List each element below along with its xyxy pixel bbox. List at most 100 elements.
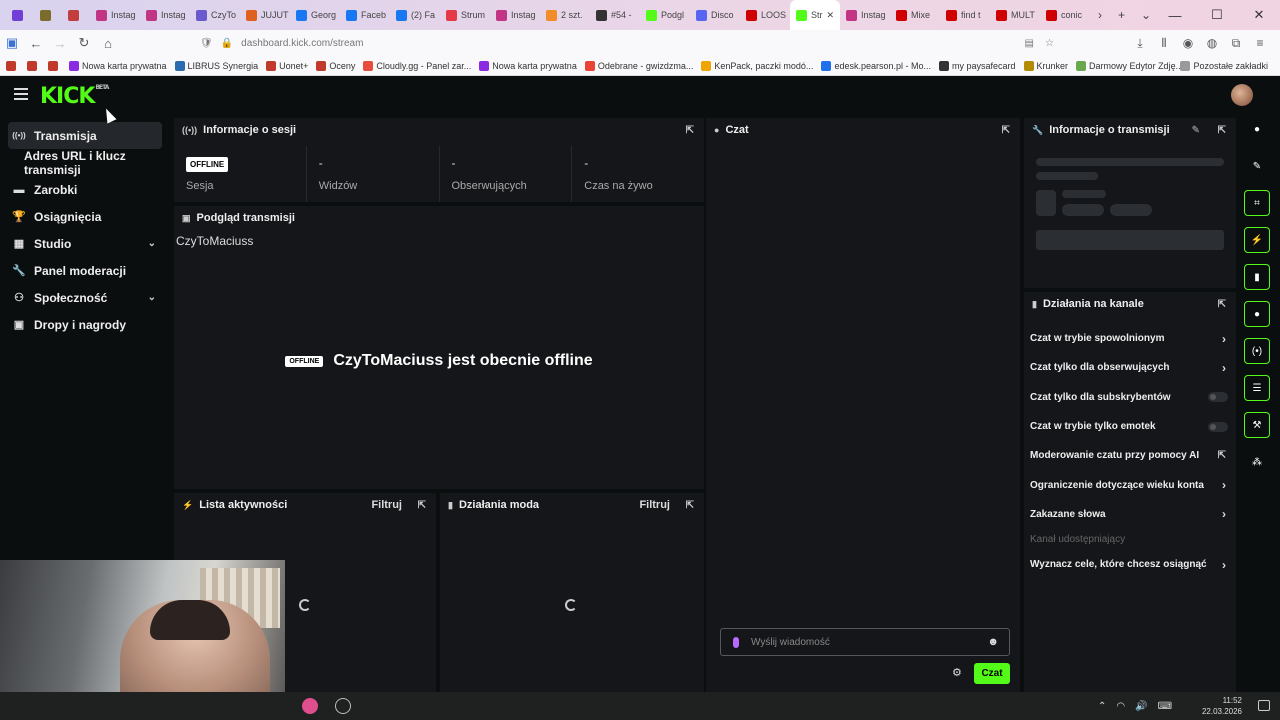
browser-tab[interactable]: LOOS xyxy=(740,0,790,30)
edit-icon[interactable]: ✎ xyxy=(1192,125,1200,136)
toggle-switch[interactable] xyxy=(1208,392,1228,403)
browser-tab[interactable]: Podgl xyxy=(640,0,690,30)
browser-tab[interactable]: conic xyxy=(1040,0,1090,30)
sidebar-item[interactable]: ⚇ Społeczność ⌄ xyxy=(0,284,170,311)
account-icon[interactable]: ◉ xyxy=(1176,36,1200,50)
browser-tab[interactable]: Georg xyxy=(290,0,340,30)
browser-tab[interactable] xyxy=(62,0,90,30)
channel-action-item[interactable]: Czat w trybie tylko emotek xyxy=(1024,412,1236,441)
sidebar-item[interactable]: ▬ Zarobki xyxy=(0,176,170,203)
browser-tab[interactable] xyxy=(34,0,62,30)
broadcast-icon[interactable]: (•) xyxy=(1244,338,1270,364)
tab-scroll-icon[interactable]: › xyxy=(1090,8,1110,22)
library-icon[interactable]: ⫴ xyxy=(1152,36,1176,51)
sidebar-item[interactable]: 🏆 Osiągnięcia xyxy=(0,203,170,230)
bookmark-item[interactable]: Darmowy Edytor Zdję... xyxy=(1076,60,1183,71)
sidebar-item[interactable]: Adres URL i klucz transmisji xyxy=(0,149,170,177)
browser-tab[interactable]: MULT xyxy=(990,0,1040,30)
channel-action-item[interactable]: Wyznacz cele, które chcesz osiągnąć › xyxy=(1024,550,1236,579)
back-icon[interactable] xyxy=(6,60,19,71)
browser-tab[interactable]: 2 szt. xyxy=(540,0,590,30)
info-icon[interactable]: ● xyxy=(1244,116,1270,142)
bookmark-item[interactable]: Krunker xyxy=(1023,60,1068,71)
hamburger-menu-icon[interactable] xyxy=(14,88,28,100)
browser-tab[interactable]: Instag xyxy=(140,0,190,30)
edit-icon[interactable]: ✎ xyxy=(1244,153,1270,179)
new-tab-icon[interactable]: + xyxy=(1110,8,1133,22)
home-icon[interactable]: ⌂ xyxy=(96,36,120,51)
bookmark-item[interactable]: Cloudly.gg - Panel zar... xyxy=(363,60,471,71)
chevron-down-icon[interactable]: ⌄ xyxy=(148,238,156,249)
channel-action-item[interactable]: Czat tylko dla obserwujących › xyxy=(1024,353,1236,382)
vpn-icon[interactable]: ◍ xyxy=(1200,36,1224,50)
bookmark-item[interactable]: Oceny xyxy=(316,60,355,71)
popout-icon[interactable]: ⇱ xyxy=(1218,299,1226,310)
popout-icon[interactable]: ⇱ xyxy=(686,125,694,136)
filter-button[interactable]: Filtruj xyxy=(371,499,402,511)
camera-icon[interactable]: ⌗ xyxy=(1244,190,1270,216)
language-icon[interactable]: ⌨ xyxy=(1158,701,1172,712)
bookmark-star-icon[interactable]: ☆ xyxy=(1045,38,1054,49)
browser-tab[interactable]: (2) Fa xyxy=(390,0,440,30)
browser-tab[interactable]: Strum xyxy=(440,0,490,30)
popout-icon[interactable]: ⇱ xyxy=(1002,125,1010,136)
reload-icon[interactable]: ↻ xyxy=(72,35,96,51)
kick-logo[interactable]: KICKBETA xyxy=(40,84,109,109)
sidebar-item[interactable]: ((•)) Transmisja xyxy=(8,122,162,149)
maximize-icon[interactable]: ☐ xyxy=(1196,0,1238,30)
browser-tab[interactable]: #54 - xyxy=(590,0,640,30)
filter-button[interactable]: Filtruj xyxy=(639,499,670,511)
taskbar-obs-icon[interactable] xyxy=(335,698,351,714)
extensions-icon[interactable]: ⧉ xyxy=(1224,36,1248,51)
browser-tab[interactable] xyxy=(6,0,34,30)
sidebar-item[interactable]: ▣ Dropy i nagrody xyxy=(0,311,170,338)
chat-message-input[interactable]: Wyślij wiadomość ☻ xyxy=(720,628,1010,656)
avatar[interactable] xyxy=(1231,84,1253,106)
wifi-icon[interactable]: ◠ xyxy=(1116,701,1125,712)
clock[interactable]: 11:52 22.03.2026 xyxy=(1202,695,1242,717)
channel-action-item[interactable]: Ograniczenie dotyczące wieku konta › xyxy=(1024,470,1236,499)
close-window-icon[interactable]: ✕ xyxy=(1238,0,1280,30)
page-icon[interactable] xyxy=(27,60,40,71)
popout-icon[interactable]: ⇱ xyxy=(1218,125,1226,136)
reader-icon[interactable]: ▤ xyxy=(1025,38,1034,49)
document-icon[interactable]: ▮ xyxy=(1244,264,1270,290)
bookmark-item[interactable]: Nowa karta prywatna xyxy=(479,60,577,71)
bookmark-item[interactable]: KenPack, paczki modó... xyxy=(701,60,813,71)
channel-action-item[interactable]: Czat w trybie spowolnionym › xyxy=(1024,324,1236,353)
minimize-icon[interactable]: — xyxy=(1154,0,1196,30)
sidebar-toggle-icon[interactable]: ▣ xyxy=(0,35,24,51)
external-link-icon[interactable]: ⇱ xyxy=(1218,450,1226,461)
browser-tab[interactable]: find t xyxy=(940,0,990,30)
toggle-switch[interactable] xyxy=(1208,421,1228,432)
list-icon[interactable]: ☰ xyxy=(1244,375,1270,401)
other-bookmarks[interactable]: Pozostałe zakładki xyxy=(1180,60,1268,71)
browser-tab[interactable]: Str ✕ xyxy=(790,0,840,30)
back-icon[interactable]: ← xyxy=(24,36,48,51)
download-icon[interactable]: ⤓ xyxy=(1128,36,1152,51)
bookmark-item[interactable]: edesk.pearson.pl - Mo... xyxy=(821,60,931,71)
microphone-icon[interactable] xyxy=(733,636,739,648)
bookmark-item[interactable]: my paysafecard xyxy=(939,60,1016,71)
sidebar-item[interactable]: ▦ Studio ⌄ xyxy=(0,230,170,257)
popout-icon[interactable]: ⇱ xyxy=(686,500,694,511)
channel-action-item[interactable]: Moderowanie czatu przy pomocy AI ⇱ xyxy=(1024,441,1236,470)
lightning-icon[interactable]: ⚡ xyxy=(1244,227,1270,253)
gear-icon[interactable]: ⚙ xyxy=(952,666,962,679)
emoji-icon[interactable]: ☻ xyxy=(987,636,999,648)
pocket-icon[interactable] xyxy=(48,60,61,71)
send-chat-button[interactable]: Czat xyxy=(974,663,1010,684)
notification-icon[interactable] xyxy=(1258,700,1270,711)
forward-icon[interactable]: → xyxy=(48,36,72,51)
browser-tab[interactable]: Instag xyxy=(490,0,540,30)
chevron-up-icon[interactable]: ⌃ xyxy=(1098,701,1106,712)
popout-icon[interactable]: ⇱ xyxy=(418,500,426,511)
sidebar-item[interactable]: 🔧 Panel moderacji xyxy=(0,257,170,284)
bookmark-item[interactable]: Uonet+ xyxy=(266,60,308,71)
channel-action-item[interactable]: Zakazane słowa › xyxy=(1024,500,1236,529)
browser-tab[interactable]: CzyTo xyxy=(190,0,240,30)
channel-action-item[interactable]: Czat tylko dla subskrybentów xyxy=(1024,383,1236,412)
browser-tab[interactable]: Instag xyxy=(90,0,140,30)
bookmark-item[interactable]: Nowa karta prywatna xyxy=(69,60,167,71)
bookmark-item[interactable]: Odebrane - gwizdzma... xyxy=(584,60,693,71)
